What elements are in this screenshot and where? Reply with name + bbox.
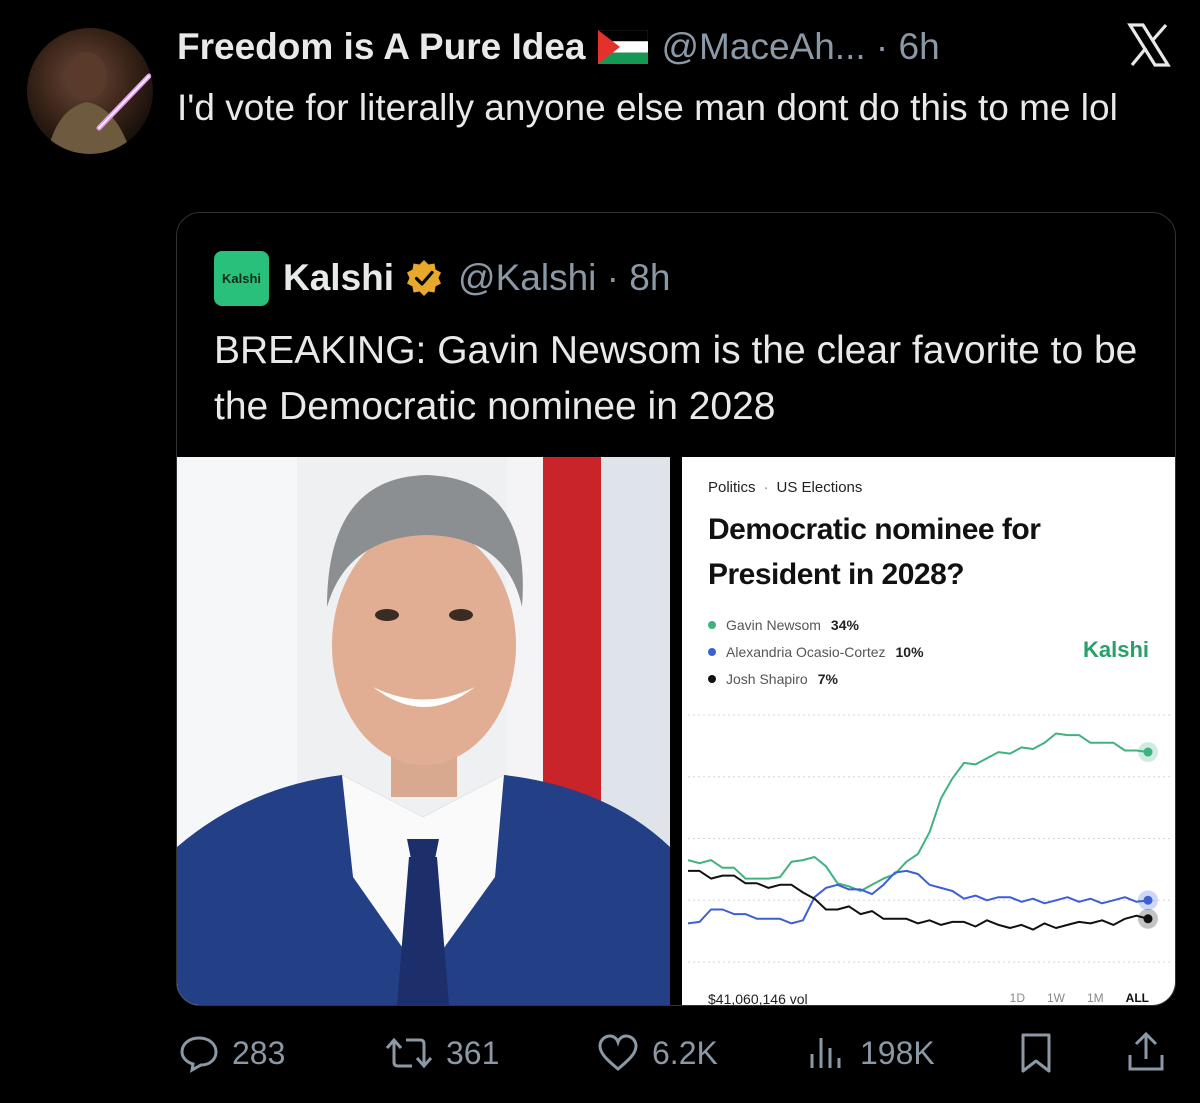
repost-count: 361 [446, 1034, 500, 1071]
repost-button[interactable]: 361 [384, 1028, 499, 1078]
quoted-tweet[interactable]: Kalshi Kalshi @Kalshi · 8h BREAKING: Gav… [176, 212, 1176, 1006]
tweet-text: I'd vote for literally anyone else man d… [177, 87, 1118, 128]
palestine-flag-icon [597, 29, 648, 64]
view-count: 198K [860, 1034, 935, 1071]
heart-icon [598, 1034, 638, 1071]
range-1w[interactable]: 1W [1047, 991, 1065, 1005]
newsom-photo[interactable] [177, 457, 670, 1005]
author-handle-time[interactable]: @MaceAh... · 6h [662, 26, 940, 68]
tweet-header: Freedom is A Pure Idea @MaceAh... · 6h [177, 22, 940, 72]
chart-endpoints [1138, 742, 1158, 929]
legend-item-shapiro: Josh Shapiro 7% [708, 665, 924, 692]
like-button[interactable]: 6.2K [596, 1028, 718, 1078]
bookmark-button[interactable] [1016, 1028, 1068, 1078]
author-name[interactable]: Freedom is A Pure Idea [177, 26, 586, 68]
legend-label: Josh Shapiro [726, 670, 808, 687]
reply-icon [180, 1036, 218, 1073]
quoted-tweet-text: BREAKING: Gavin Newsom is the clear favo… [214, 329, 1138, 428]
breadcrumb-separator: · [763, 479, 769, 496]
legend-percent: 10% [895, 643, 924, 660]
chart-grid [688, 714, 1172, 963]
series-line-0 [687, 732, 1149, 892]
breadcrumb-us-elections[interactable]: US Elections [777, 479, 863, 496]
range-all[interactable]: ALL [1126, 991, 1149, 1005]
legend-percent: 7% [817, 670, 838, 687]
kalshi-logo: Kalshi [214, 250, 269, 306]
legend-percent: 34% [830, 616, 859, 633]
legend-label: Alexandria Ocasio-Cortez [726, 643, 886, 660]
breadcrumb: Politics · US Elections [708, 479, 862, 496]
tweet-actions: 283 361 6.2K 198K [0, 1028, 1200, 1078]
kalshi-brand: Kalshi [1082, 637, 1149, 662]
views-icon [810, 1038, 841, 1068]
legend-item-newsom: Gavin Newsom 34% [708, 611, 924, 638]
market-title: Democratic nominee for President in 2028… [708, 513, 1041, 591]
series-endpoint-0 [1143, 747, 1153, 757]
legend-dot [708, 647, 716, 656]
legend-label: Gavin Newsom [726, 616, 821, 633]
quoted-author-name[interactable]: Kalshi [283, 257, 394, 299]
legend-dot [708, 674, 716, 683]
quoted-tweet-header: Kalshi Kalshi @Kalshi · 8h [214, 250, 670, 306]
bookmark-icon [1021, 1033, 1051, 1073]
like-count: 6.2K [652, 1034, 718, 1071]
views-button[interactable]: 198K [806, 1028, 935, 1078]
repost-icon [385, 1037, 433, 1069]
breadcrumb-politics[interactable]: Politics [708, 479, 756, 496]
reply-button[interactable]: 283 [178, 1028, 285, 1078]
reply-count: 283 [232, 1034, 286, 1071]
range-1d[interactable]: 1D [1010, 991, 1025, 1005]
share-icon [1128, 1031, 1164, 1071]
x-logo-icon[interactable] [1126, 22, 1172, 68]
share-button[interactable] [1124, 1028, 1180, 1078]
chart-legend: Gavin Newsom 34% Alexandria Ocasio-Corte… [708, 611, 924, 692]
range-1m[interactable]: 1M [1087, 991, 1104, 1005]
legend-dot [708, 620, 716, 629]
avatar[interactable] [27, 28, 153, 154]
series-endpoint-1 [1143, 895, 1153, 905]
market-volume: $41,060,146 vol [708, 991, 808, 1005]
legend-item-aoc: Alexandria Ocasio-Cortez 10% [708, 638, 924, 665]
quoted-author-handle-time[interactable]: @Kalshi · 8h [458, 257, 670, 299]
time-range-selector: 1D 1W 1M ALL [1010, 991, 1149, 1005]
market-chart-card[interactable]: Politics · US Elections Democratic nominee… [682, 457, 1175, 1005]
series-endpoint-2 [1143, 914, 1153, 924]
verified-badge-icon [407, 260, 442, 296]
